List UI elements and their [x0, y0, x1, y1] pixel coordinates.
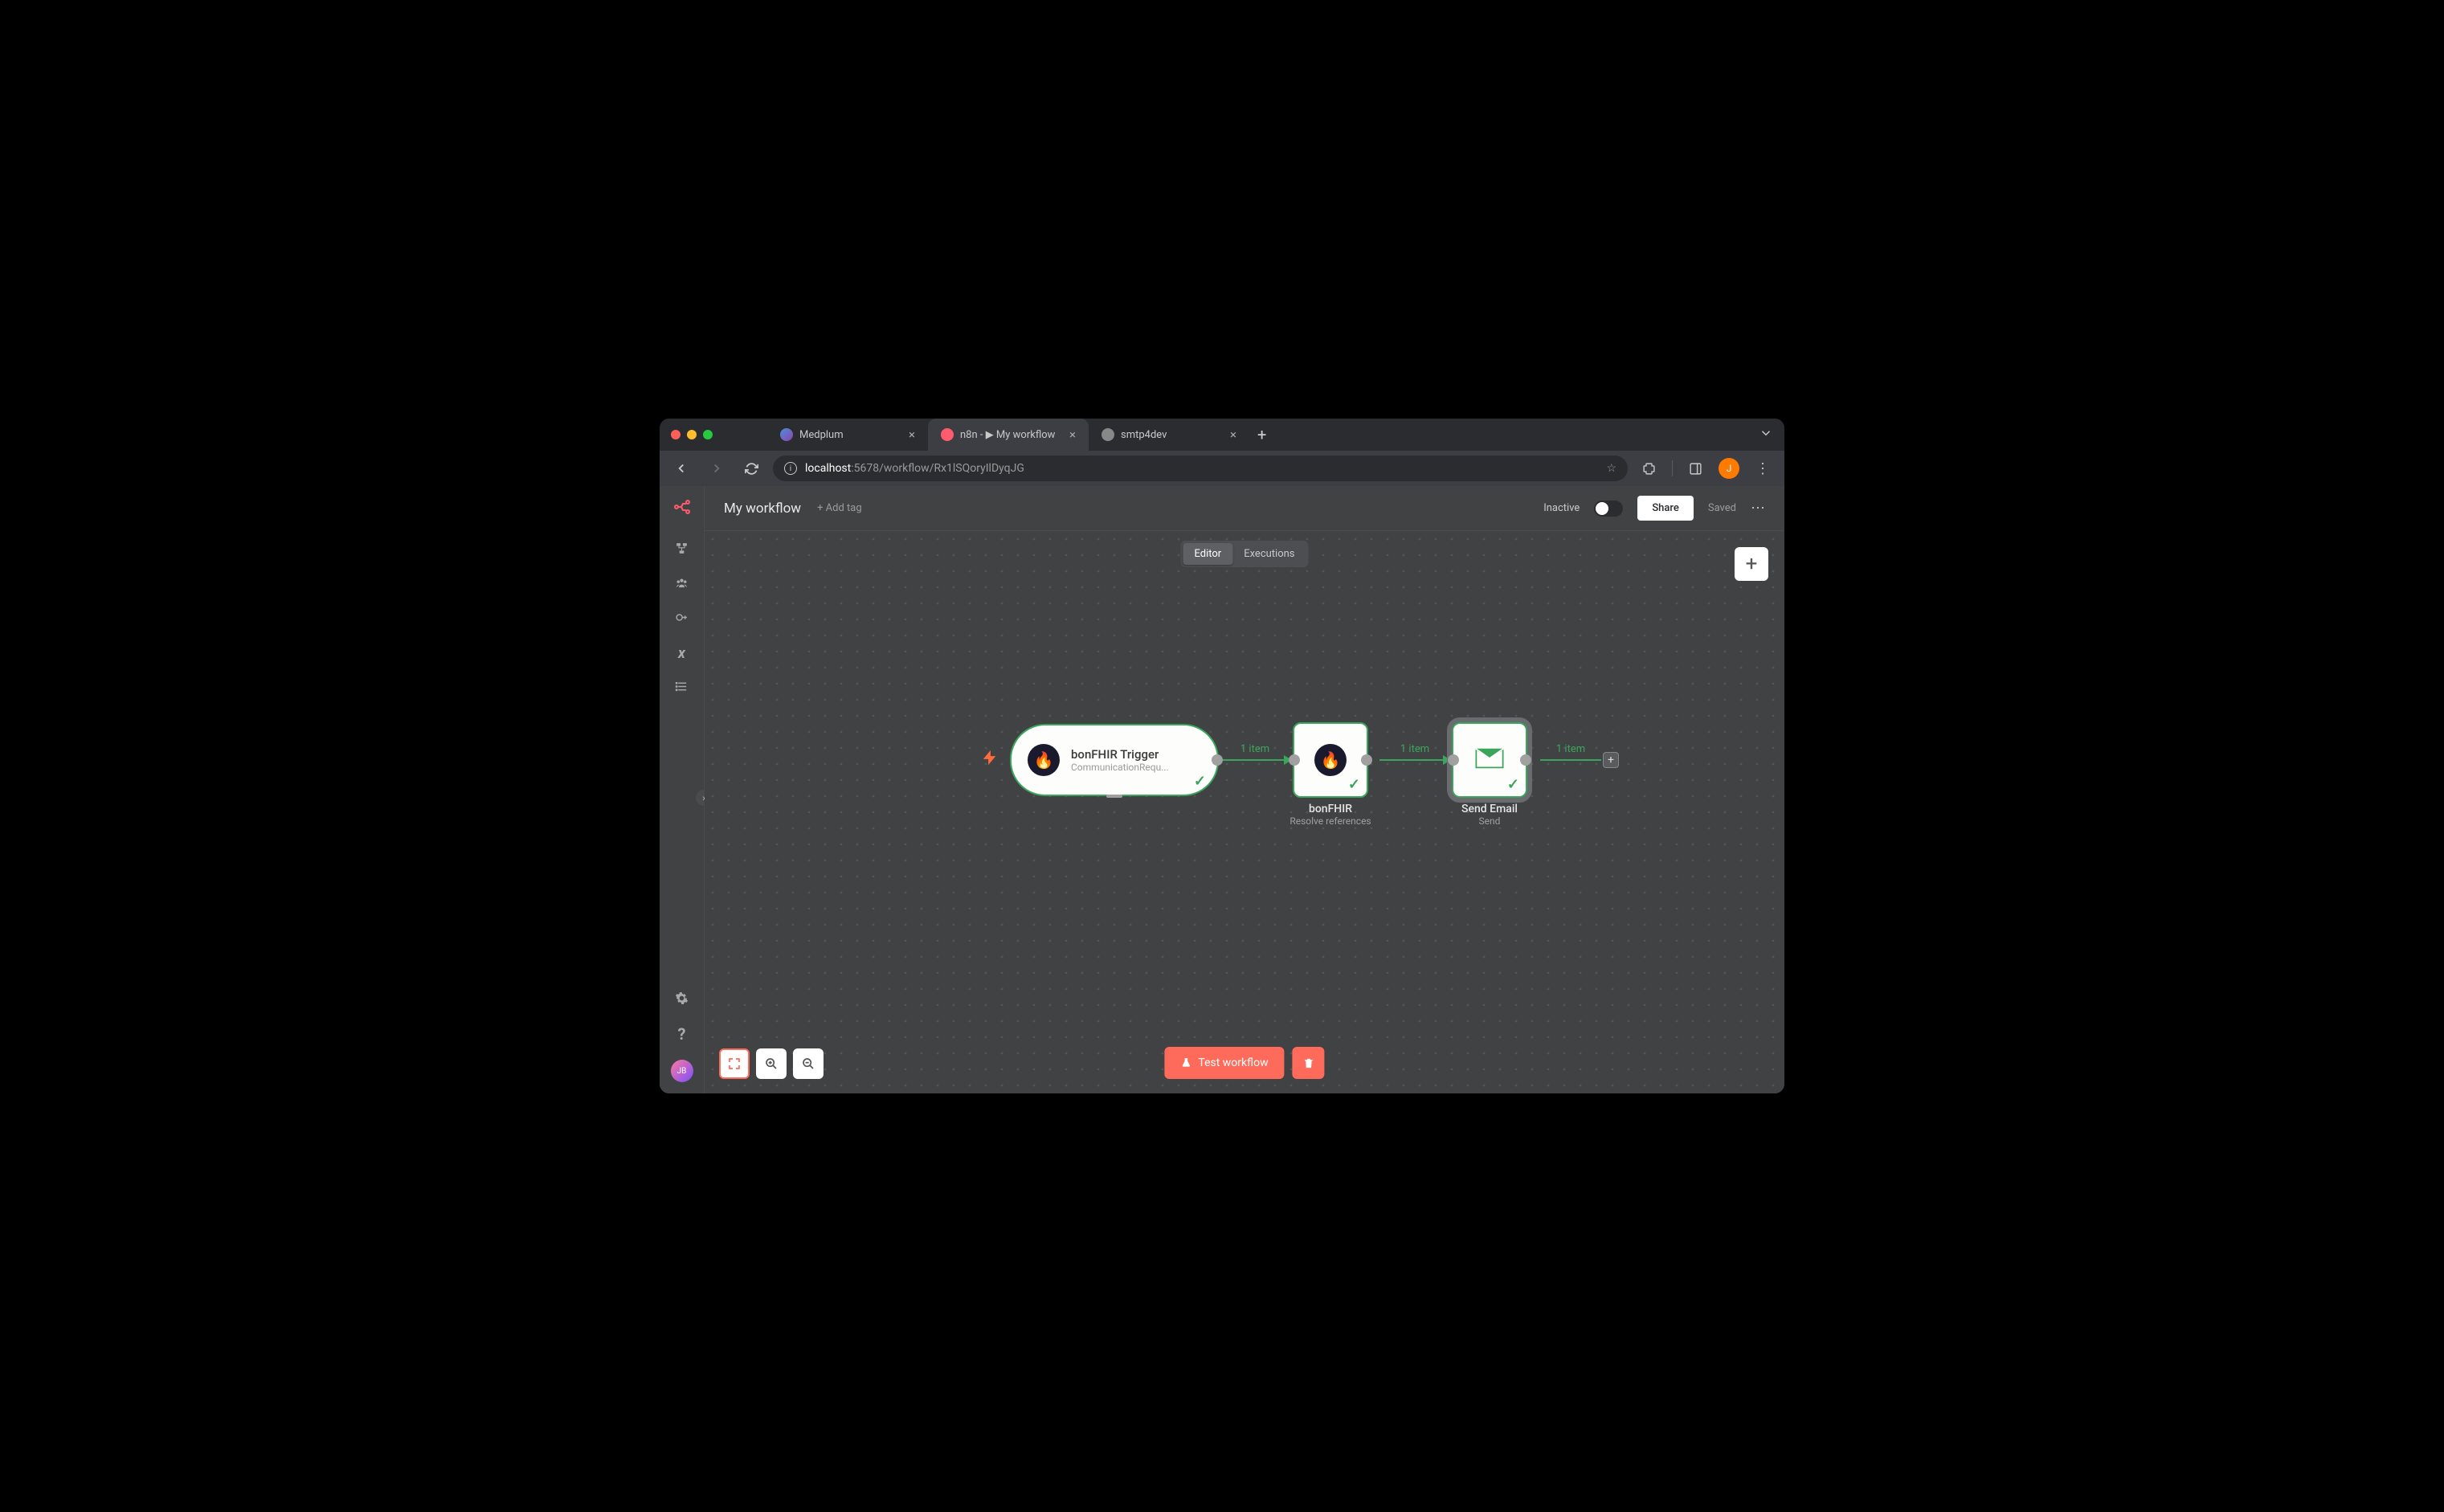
edge-label: 1 item	[1240, 743, 1269, 755]
check-icon: ✓	[1194, 773, 1206, 790]
tab-executions[interactable]: Executions	[1232, 543, 1306, 565]
input-port[interactable]	[1448, 754, 1459, 766]
node-send-email[interactable]: ✓ Send Email Send	[1452, 722, 1527, 798]
trash-icon	[1302, 1057, 1314, 1069]
output-port[interactable]	[1212, 754, 1223, 766]
divider	[1672, 460, 1673, 476]
toolbar-actions: J ⋮	[1636, 456, 1776, 482]
help-icon[interactable]: ?	[678, 1024, 686, 1044]
close-window-button[interactable]	[671, 430, 680, 439]
variables-icon[interactable]: x	[678, 645, 685, 662]
input-port[interactable]	[1289, 754, 1300, 766]
check-icon: ✓	[1348, 776, 1360, 793]
titlebar: Medplum × n8n - ▶ My workflow × smtp4dev…	[660, 419, 1784, 451]
resize-handle[interactable]	[1106, 795, 1122, 798]
sidepanel-button[interactable]	[1682, 457, 1709, 480]
executions-icon[interactable]	[675, 680, 689, 697]
canvas-tools	[719, 1048, 824, 1079]
workflows-icon[interactable]	[675, 541, 689, 558]
zoom-out-button[interactable]	[793, 1048, 824, 1079]
sidebar: x ? JB ›	[660, 486, 705, 1093]
more-menu-button[interactable]: ⋯	[1751, 500, 1765, 517]
workflow-canvas[interactable]: Editor Executions + 1 item 1 item 1 item…	[705, 531, 1784, 1093]
fit-view-button[interactable]	[719, 1048, 750, 1079]
tab-title: smtp4dev	[1121, 429, 1224, 441]
kebab-menu-button[interactable]: ⋮	[1749, 456, 1776, 482]
back-button[interactable]	[668, 456, 695, 480]
node-bonfhir-trigger[interactable]: 🔥 bonFHIR Trigger CommunicationRequ... ✓	[1010, 724, 1219, 796]
flask-icon	[1180, 1057, 1191, 1069]
edge-1[interactable]: 1 item	[1219, 759, 1291, 761]
zoom-in-button[interactable]	[756, 1048, 787, 1079]
view-tabs: Editor Executions	[1180, 541, 1308, 567]
minimize-window-button[interactable]	[687, 430, 697, 439]
settings-icon[interactable]	[675, 991, 689, 1008]
close-icon[interactable]: ×	[1069, 427, 1076, 442]
credentials-icon[interactable]	[675, 611, 689, 627]
close-icon[interactable]: ×	[1230, 427, 1236, 442]
node-bonfhir[interactable]: 🔥 ✓ bonFHIR Resolve references	[1293, 722, 1368, 798]
add-connection-button[interactable]: +	[1603, 752, 1619, 768]
share-button[interactable]: Share	[1637, 496, 1694, 521]
maximize-window-button[interactable]	[703, 430, 713, 439]
fire-icon: 🔥	[1028, 744, 1060, 776]
tab-editor[interactable]: Editor	[1183, 543, 1232, 565]
window-controls	[671, 430, 713, 439]
add-node-button[interactable]: +	[1735, 547, 1768, 581]
favicon-icon	[780, 428, 793, 441]
team-icon[interactable]	[675, 576, 689, 593]
address-bar[interactable]: i localhost:5678/workflow/Rx1lSQoryIlDyq…	[773, 456, 1628, 481]
favicon-icon	[1101, 428, 1114, 441]
test-button-label: Test workflow	[1198, 1056, 1268, 1069]
tab-title: n8n - ▶ My workflow	[960, 429, 1063, 441]
favicon-icon	[941, 428, 954, 441]
tab-overflow-button[interactable]	[1759, 426, 1773, 443]
edge-2[interactable]: 1 item	[1379, 759, 1450, 761]
node-title: bonFHIR	[1270, 803, 1391, 815]
tab-smtp4dev[interactable]: smtp4dev ×	[1089, 419, 1249, 451]
profile-avatar[interactable]: J	[1719, 458, 1739, 479]
info-icon: i	[784, 462, 797, 475]
browser-toolbar: i localhost:5678/workflow/Rx1lSQoryIlDyq…	[660, 451, 1784, 486]
node-title: bonFHIR Trigger	[1071, 747, 1201, 762]
edge-label: 1 item	[1556, 743, 1585, 755]
app-root: x ? JB › My workflow + Add tag Inactive …	[660, 486, 1784, 1093]
browser-tabs: Medplum × n8n - ▶ My workflow × smtp4dev…	[767, 419, 1274, 451]
active-toggle[interactable]	[1594, 501, 1623, 517]
fire-icon: 🔥	[1314, 744, 1347, 776]
saved-label: Saved	[1708, 502, 1736, 514]
star-icon[interactable]: ☆	[1606, 462, 1616, 475]
browser-window: Medplum × n8n - ▶ My workflow × smtp4dev…	[660, 419, 1784, 1093]
main-panel: My workflow + Add tag Inactive Share Sav…	[705, 486, 1784, 1093]
workflow-header: My workflow + Add tag Inactive Share Sav…	[705, 486, 1784, 531]
delete-button[interactable]	[1293, 1047, 1325, 1079]
edge-3[interactable]: 1 item	[1540, 759, 1601, 761]
check-icon: ✓	[1507, 776, 1519, 793]
node-title: Send Email	[1429, 803, 1550, 815]
user-avatar[interactable]: JB	[671, 1060, 693, 1082]
reload-button[interactable]	[738, 457, 765, 480]
new-tab-button[interactable]: +	[1249, 425, 1274, 444]
status-label: Inactive	[1543, 502, 1580, 514]
tab-n8n[interactable]: n8n - ▶ My workflow ×	[928, 419, 1089, 451]
output-port[interactable]	[1361, 754, 1372, 766]
envelope-icon	[1473, 742, 1506, 778]
node-subtitle: Send	[1429, 815, 1550, 827]
url-text: localhost:5678/workflow/Rx1lSQoryIlDyqJG	[805, 462, 1024, 475]
bottom-actions: Test workflow	[1164, 1047, 1324, 1079]
node-subtitle: Resolve references	[1270, 815, 1391, 827]
tab-title: Medplum	[799, 429, 902, 441]
forward-button[interactable]	[703, 456, 730, 480]
node-subtitle: CommunicationRequ...	[1071, 762, 1201, 773]
trigger-bolt-icon	[981, 749, 999, 771]
tab-medplum[interactable]: Medplum ×	[767, 419, 928, 451]
test-workflow-button[interactable]: Test workflow	[1164, 1047, 1284, 1079]
close-icon[interactable]: ×	[909, 427, 915, 442]
add-tag-button[interactable]: + Add tag	[817, 502, 862, 514]
edge-label: 1 item	[1400, 743, 1429, 755]
extensions-button[interactable]	[1636, 457, 1662, 480]
output-port[interactable]	[1520, 754, 1531, 766]
workflow-name[interactable]: My workflow	[724, 501, 801, 517]
n8n-logo-icon[interactable]	[672, 497, 692, 521]
